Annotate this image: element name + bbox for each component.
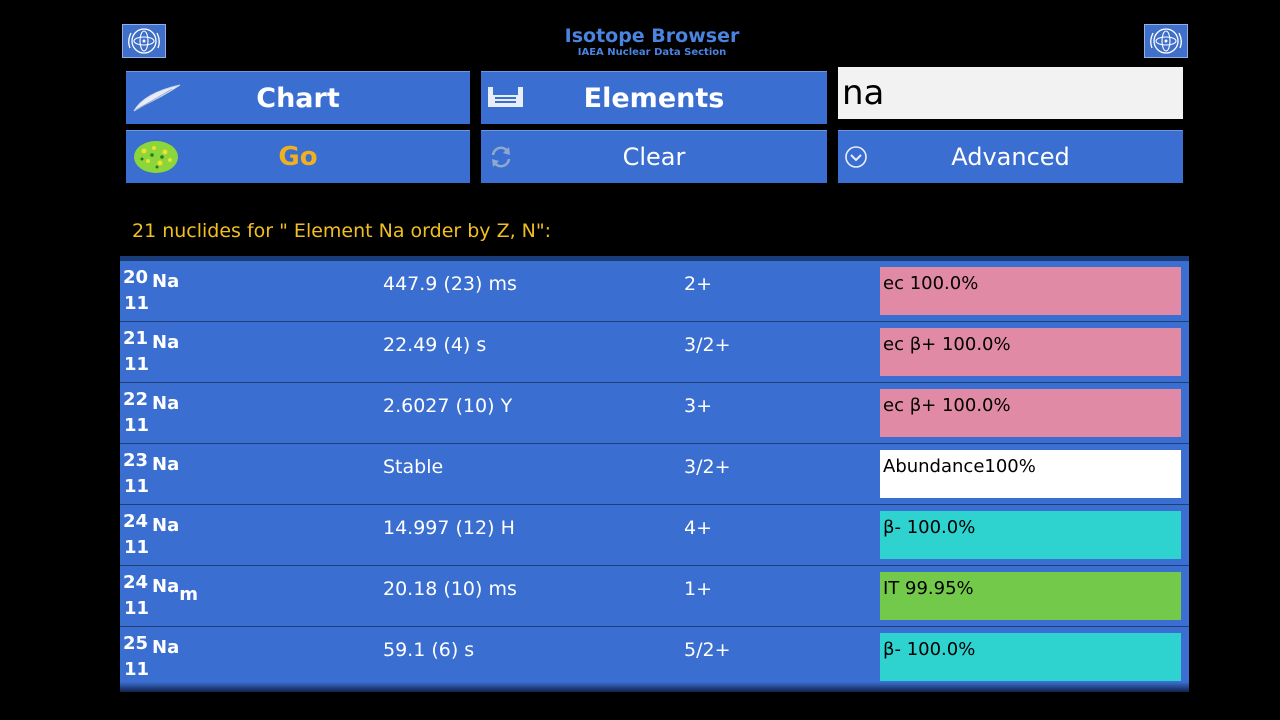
- decay-mode: β- 100.0%: [880, 511, 1181, 559]
- nuclide-label: 25 Na 11: [123, 633, 243, 683]
- go-button-label: Go: [278, 142, 318, 172]
- mass-number: 20: [123, 267, 149, 288]
- advanced-button-label: Advanced: [951, 143, 1070, 171]
- atomic-number: 11: [124, 598, 150, 619]
- mass-number: 24: [123, 511, 149, 532]
- iaea-logo-icon[interactable]: [122, 24, 166, 58]
- element-symbol: Nam: [152, 576, 198, 605]
- nuclide-label: 24 Na 11: [123, 511, 243, 561]
- mass-number: 25: [123, 633, 149, 654]
- half-life: 447.9 (23) ms: [383, 273, 517, 295]
- go-button[interactable]: Go: [126, 130, 470, 183]
- spin-parity: 1+: [684, 578, 713, 600]
- nuclide-label: 20 Na 11: [123, 267, 243, 317]
- isomer-marker: m: [179, 584, 198, 605]
- half-life: 14.997 (12) H: [383, 517, 515, 539]
- element-symbol: Na: [152, 393, 180, 414]
- clear-button-label: Clear: [622, 143, 686, 171]
- table-row[interactable]: 21 Na 11 22.49 (4) s 3/2+ ec β+ 100.0%: [120, 322, 1189, 383]
- chart-button-label: Chart: [256, 82, 340, 114]
- table-row[interactable]: 22 Na 11 2.6027 (10) Y 3+ ec β+ 100.0%: [120, 383, 1189, 444]
- atomic-number: 11: [124, 659, 150, 680]
- spin-parity: 3/2+: [684, 334, 731, 356]
- decay-mode: ec β+ 100.0%: [880, 389, 1181, 437]
- app-subtitle: IAEA Nuclear Data Section: [577, 47, 727, 58]
- table-row[interactable]: 23 Na 11 Stable 3/2+ Abundance100%: [120, 444, 1189, 505]
- element-symbol: Na: [152, 332, 180, 353]
- feather-icon: [132, 83, 182, 113]
- chevron-down-circle-icon: [844, 145, 868, 169]
- elements-button-label: Elements: [583, 82, 725, 114]
- table-row[interactable]: 25 Na 11 59.1 (6) s 5/2+ β- 100.0%: [120, 627, 1189, 688]
- atomic-number: 11: [124, 537, 150, 558]
- nuclide-label: 21 Na 11: [123, 328, 243, 378]
- atomic-number: 11: [124, 354, 150, 375]
- half-life: 59.1 (6) s: [383, 639, 475, 661]
- half-life: 22.49 (4) s: [383, 334, 487, 356]
- periodic-table-icon: [487, 85, 525, 111]
- app-title: Isotope Browser: [564, 25, 740, 47]
- atomic-number: 11: [124, 293, 150, 314]
- element-symbol: Na: [152, 454, 180, 475]
- clear-button[interactable]: Clear: [481, 130, 827, 183]
- advanced-button[interactable]: Advanced: [838, 130, 1183, 183]
- table-row[interactable]: 24 Nam 11 20.18 (10) ms 1+ IT 99.95%: [120, 566, 1189, 627]
- decay-mode: ec β+ 100.0%: [880, 328, 1181, 376]
- mass-number: 22: [123, 389, 149, 410]
- element-symbol: Na: [152, 637, 180, 658]
- spin-parity: 3/2+: [684, 456, 731, 478]
- spin-parity: 2+: [684, 273, 713, 295]
- mass-number: 24: [123, 572, 149, 593]
- mass-number: 21: [123, 328, 149, 349]
- spin-parity: 5/2+: [684, 639, 731, 661]
- atomic-number: 11: [124, 415, 150, 436]
- nuclide-label: 24 Nam 11: [123, 572, 243, 622]
- decay-mode: Abundance100%: [880, 450, 1181, 498]
- nuclide-table: 20 Na 11 447.9 (23) ms 2+ ec 100.0% 21 N…: [120, 256, 1189, 692]
- half-life: 20.18 (10) ms: [383, 578, 517, 600]
- table-row[interactable]: 20 Na 11 447.9 (23) ms 2+ ec 100.0%: [120, 261, 1189, 322]
- spin-parity: 4+: [684, 517, 713, 539]
- iaea-logo-icon[interactable]: [1144, 24, 1188, 58]
- half-life: 2.6027 (10) Y: [383, 395, 513, 417]
- refresh-icon: [487, 143, 515, 171]
- table-row[interactable]: 24 Na 11 14.997 (12) H 4+ β- 100.0%: [120, 505, 1189, 566]
- nuclide-label: 23 Na 11: [123, 450, 243, 500]
- decay-mode: IT 99.95%: [880, 572, 1181, 620]
- result-summary: 21 nuclides for " Element Na order by Z,…: [132, 220, 552, 242]
- isotope-browser-screen: Isotope Browser IAEA Nuclear Data Sectio…: [0, 0, 1280, 720]
- spin-parity: 3+: [684, 395, 713, 417]
- half-life: Stable: [383, 456, 444, 478]
- element-symbol: Na: [152, 271, 180, 292]
- atomic-number: 11: [124, 476, 150, 497]
- chart-button[interactable]: Chart: [126, 71, 470, 124]
- nuclide-label: 22 Na 11: [123, 389, 243, 439]
- mass-number: 23: [123, 450, 149, 471]
- decay-mode: ec 100.0%: [880, 267, 1181, 315]
- green-blob-icon: [132, 139, 180, 175]
- header-title-block: Isotope Browser IAEA Nuclear Data Sectio…: [440, 26, 864, 59]
- element-symbol: Na: [152, 515, 180, 536]
- elements-button[interactable]: Elements: [481, 71, 827, 124]
- decay-mode: β- 100.0%: [880, 633, 1181, 681]
- element-search-input[interactable]: [838, 67, 1183, 119]
